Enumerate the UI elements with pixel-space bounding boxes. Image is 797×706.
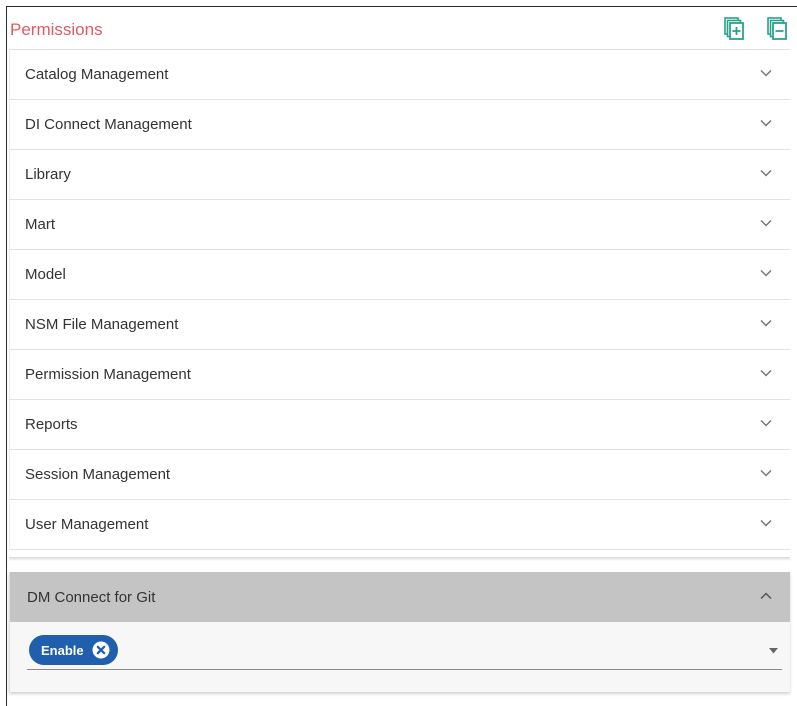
chevron-down-icon [760, 119, 772, 127]
section-user-management[interactable]: User Management [9, 500, 790, 550]
section-label: Permission Management [25, 366, 191, 383]
chevron-down-icon [760, 269, 772, 277]
chip-label: Enable [41, 642, 84, 658]
section-label: Model [25, 266, 66, 283]
section-label: NSM File Management [25, 316, 179, 333]
section-di-connect-management[interactable]: DI Connect Management [9, 100, 790, 150]
chevron-down-icon [760, 419, 772, 427]
chevron-down-icon [760, 169, 772, 177]
section-label: DI Connect Management [25, 116, 192, 133]
dropdown-arrow-icon[interactable] [769, 648, 778, 654]
section-label: Reports [25, 416, 78, 433]
expand-all-icon[interactable] [723, 16, 745, 42]
chevron-down-icon [760, 519, 772, 527]
chevron-down-icon [760, 469, 772, 477]
section-label: Library [25, 166, 71, 183]
permissions-header: Permissions [7, 7, 797, 53]
chevron-down-icon [760, 369, 772, 377]
section-label: User Management [25, 516, 149, 533]
chevron-down-icon [760, 219, 772, 227]
section-body: Enable [10, 622, 790, 692]
section-session-management[interactable]: Session Management [9, 450, 790, 500]
section-label: Catalog Management [25, 66, 169, 83]
chevron-down-icon [760, 319, 772, 327]
collapse-all-icon[interactable] [766, 16, 788, 42]
selected-chip-enable: Enable [29, 635, 118, 665]
section-nsm-file-management[interactable]: NSM File Management [9, 300, 790, 350]
section-permission-management[interactable]: Permission Management [9, 350, 790, 400]
section-catalog-management[interactable]: Catalog Management [9, 50, 790, 100]
page-title: Permissions [10, 20, 103, 39]
section-reports[interactable]: Reports [9, 400, 790, 450]
remove-chip-icon[interactable] [92, 641, 110, 659]
section-label: Mart [25, 216, 55, 233]
section-label: DM Connect for Git [27, 589, 156, 606]
list-divider-shadow [9, 557, 790, 561]
permission-sections-list: Catalog Management DI Connect Management… [9, 49, 790, 550]
section-library[interactable]: Library [9, 150, 790, 200]
section-mart[interactable]: Mart [9, 200, 790, 250]
section-model[interactable]: Model [9, 250, 790, 300]
chevron-down-icon [760, 69, 772, 77]
section-dm-connect-for-git: DM Connect for Git Enable [9, 572, 790, 692]
chevron-up-icon [760, 592, 772, 600]
permission-multiselect[interactable]: Enable [27, 632, 782, 670]
section-header-dm-connect-for-git[interactable]: DM Connect for Git [10, 572, 790, 622]
section-label: Session Management [25, 466, 171, 483]
